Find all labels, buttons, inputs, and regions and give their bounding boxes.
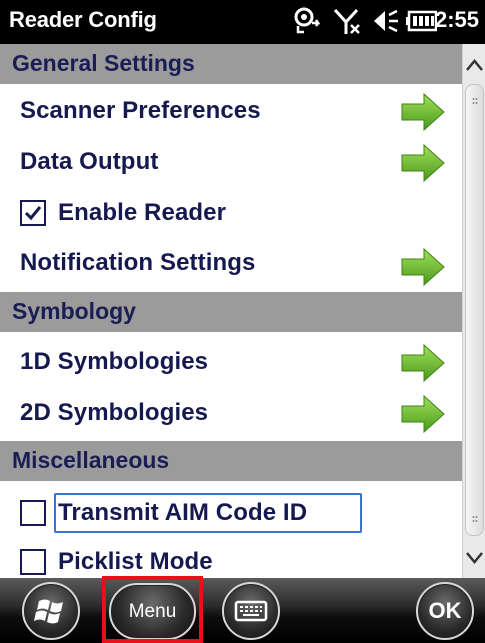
sync-icon[interactable] bbox=[292, 6, 322, 41]
row-scanner-preferences[interactable]: Scanner Preferences bbox=[0, 89, 462, 139]
arrow-right-icon bbox=[400, 142, 446, 189]
picklist-mode-checkbox[interactable] bbox=[20, 549, 46, 575]
chevron-up-icon bbox=[466, 59, 483, 71]
arrow-right-icon bbox=[400, 342, 446, 389]
arrow-right-icon bbox=[400, 91, 446, 138]
softkey-bar: Menu OK bbox=[0, 578, 485, 643]
section-header-general: General Settings bbox=[0, 44, 462, 84]
row-label: Data Output bbox=[20, 148, 159, 175]
arrow-right-icon bbox=[400, 393, 446, 440]
keyboard-button[interactable] bbox=[222, 582, 280, 640]
scroll-up-button[interactable] bbox=[463, 44, 485, 84]
row-label: 1D Symbologies bbox=[20, 348, 209, 375]
battery-icon[interactable] bbox=[405, 9, 438, 38]
no-signal-icon[interactable] bbox=[333, 6, 363, 41]
keyboard-icon bbox=[234, 600, 268, 622]
enable-reader-checkbox[interactable] bbox=[20, 200, 46, 226]
app-title: Reader Config bbox=[9, 7, 157, 32]
row-label: Transmit AIM Code ID bbox=[58, 499, 308, 526]
start-button[interactable] bbox=[22, 582, 80, 640]
scroll-thumb[interactable] bbox=[465, 84, 484, 536]
row-transmit-aim-code-id[interactable]: Transmit AIM Code ID bbox=[0, 491, 462, 541]
row-label: Scanner Preferences bbox=[20, 97, 261, 124]
row-enable-reader[interactable]: Enable Reader bbox=[0, 191, 462, 241]
ok-button[interactable]: OK bbox=[416, 582, 474, 640]
windows-logo-icon bbox=[34, 599, 63, 624]
row-label: Enable Reader bbox=[58, 199, 227, 226]
section-header-miscellaneous: Miscellaneous bbox=[0, 441, 462, 481]
speaker-icon[interactable] bbox=[371, 6, 401, 41]
vertical-scrollbar[interactable] bbox=[462, 44, 485, 578]
row-label: Notification Settings bbox=[20, 249, 256, 276]
transmit-aim-checkbox[interactable] bbox=[20, 500, 46, 526]
row-notification-settings[interactable]: Notification Settings bbox=[0, 241, 462, 291]
row-picklist-mode[interactable]: Picklist Mode bbox=[0, 540, 462, 578]
status-bar: Reader Config 2:55 bbox=[0, 0, 485, 44]
row-data-output[interactable]: Data Output bbox=[0, 140, 462, 190]
row-1d-symbologies[interactable]: 1D Symbologies bbox=[0, 340, 462, 390]
section-header-symbology: Symbology bbox=[0, 292, 462, 332]
row-label: 2D Symbologies bbox=[20, 399, 209, 426]
clock: 2:55 bbox=[434, 7, 479, 32]
arrow-right-icon bbox=[400, 246, 446, 293]
menu-button[interactable]: Menu bbox=[109, 583, 196, 640]
grip-icon bbox=[472, 98, 478, 104]
chevron-down-icon bbox=[466, 552, 483, 564]
row-2d-symbologies[interactable]: 2D Symbologies bbox=[0, 391, 462, 441]
scroll-down-button[interactable] bbox=[463, 538, 485, 578]
row-label: Picklist Mode bbox=[58, 548, 213, 575]
grip-icon bbox=[472, 516, 478, 522]
settings-list: General Settings Scanner Preferences Dat… bbox=[0, 44, 462, 578]
